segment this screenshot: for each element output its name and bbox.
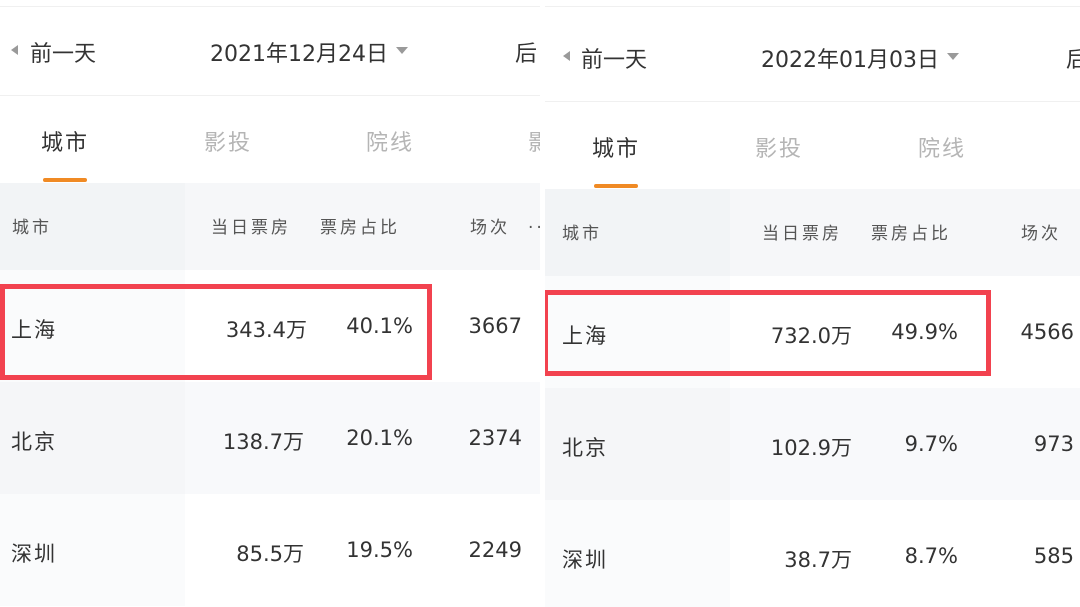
column-header-more: ... [528,213,540,233]
cell-share: 8.7% [904,544,958,568]
prev-day-arrow-icon[interactable] [11,45,18,55]
cell-shows: 973 [1033,432,1074,456]
column-header-box-office[interactable]: 当日票房 [211,213,291,238]
top-rule [0,6,540,7]
highlight-box-shanghai [0,284,432,380]
table-row[interactable]: 深圳 38.7万 8.7% 585 [545,500,1080,607]
next-day-button[interactable]: 后 [515,36,537,68]
cell-shows: 3667 [468,314,522,338]
cell-share: 19.5% [346,538,413,562]
table-row[interactable]: 深圳 85.5万 19.5% 2249 [0,494,540,606]
table-row[interactable]: 北京 138.7万 20.1% 2374 [0,382,540,494]
cell-city: 北京 [562,436,608,460]
highlight-box-shanghai [545,290,991,376]
tab-cinema[interactable]: 影 [528,125,540,157]
tab-investor[interactable]: 影投 [755,131,803,163]
column-header-shows[interactable]: 场次 [470,213,510,238]
column-header-share[interactable]: 票房占比 [871,219,951,244]
table-header: 城市 当日票房 票房占比 场次 [545,189,1080,276]
cell-box-office: 38.7万 [784,548,852,572]
cell-share: 20.1% [346,426,413,450]
column-header-share[interactable]: 票房占比 [320,213,400,238]
left-panel: 前一天 2021年12月24日 后 城市 影投 院线 影 城市 当日票房 票房占… [0,0,540,607]
table-header: 城市 当日票房 票房占比 场次 ... [0,183,540,270]
top-rule [545,6,1080,7]
cell-shows: 2374 [468,426,522,450]
next-day-button[interactable]: 后 [1066,42,1080,74]
prev-day-button[interactable]: 前一天 [581,42,647,74]
cell-box-office: 138.7万 [222,430,304,454]
column-header-shows[interactable]: 场次 [1021,219,1061,244]
chevron-down-icon[interactable] [396,47,408,54]
cell-box-office: 85.5万 [236,542,304,566]
column-header-city[interactable]: 城市 [562,219,602,244]
tab-city[interactable]: 城市 [592,131,640,163]
cell-shows: 4566 [1020,320,1074,344]
tab-city[interactable]: 城市 [41,125,89,157]
tab-circuit[interactable]: 院线 [366,125,414,157]
nav-divider [0,95,540,96]
column-header-city[interactable]: 城市 [12,213,52,238]
nav-divider [545,101,1080,102]
tab-active-indicator [43,178,87,182]
cell-city: 深圳 [562,548,608,572]
tab-active-indicator [594,184,638,188]
right-panel: 前一天 2022年01月03日 后 城市 影投 院线 城市 当日票房 票房占比 … [545,0,1080,607]
cell-box-office: 102.9万 [770,436,852,460]
chevron-down-icon[interactable] [947,53,959,60]
table-row[interactable]: 北京 102.9万 9.7% 973 [545,388,1080,500]
column-header-box-office[interactable]: 当日票房 [762,219,842,244]
prev-day-arrow-icon[interactable] [563,51,570,61]
cell-city: 北京 [11,430,57,454]
cell-shows: 585 [1033,544,1074,568]
tab-circuit[interactable]: 院线 [918,131,966,163]
date-selector[interactable]: 2022年01月03日 [761,42,939,74]
cell-shows: 2249 [468,538,522,562]
prev-day-button[interactable]: 前一天 [30,36,96,68]
cell-city: 深圳 [11,542,57,566]
date-selector[interactable]: 2021年12月24日 [210,36,388,68]
tab-investor[interactable]: 影投 [204,125,252,157]
cell-share: 9.7% [904,432,958,456]
